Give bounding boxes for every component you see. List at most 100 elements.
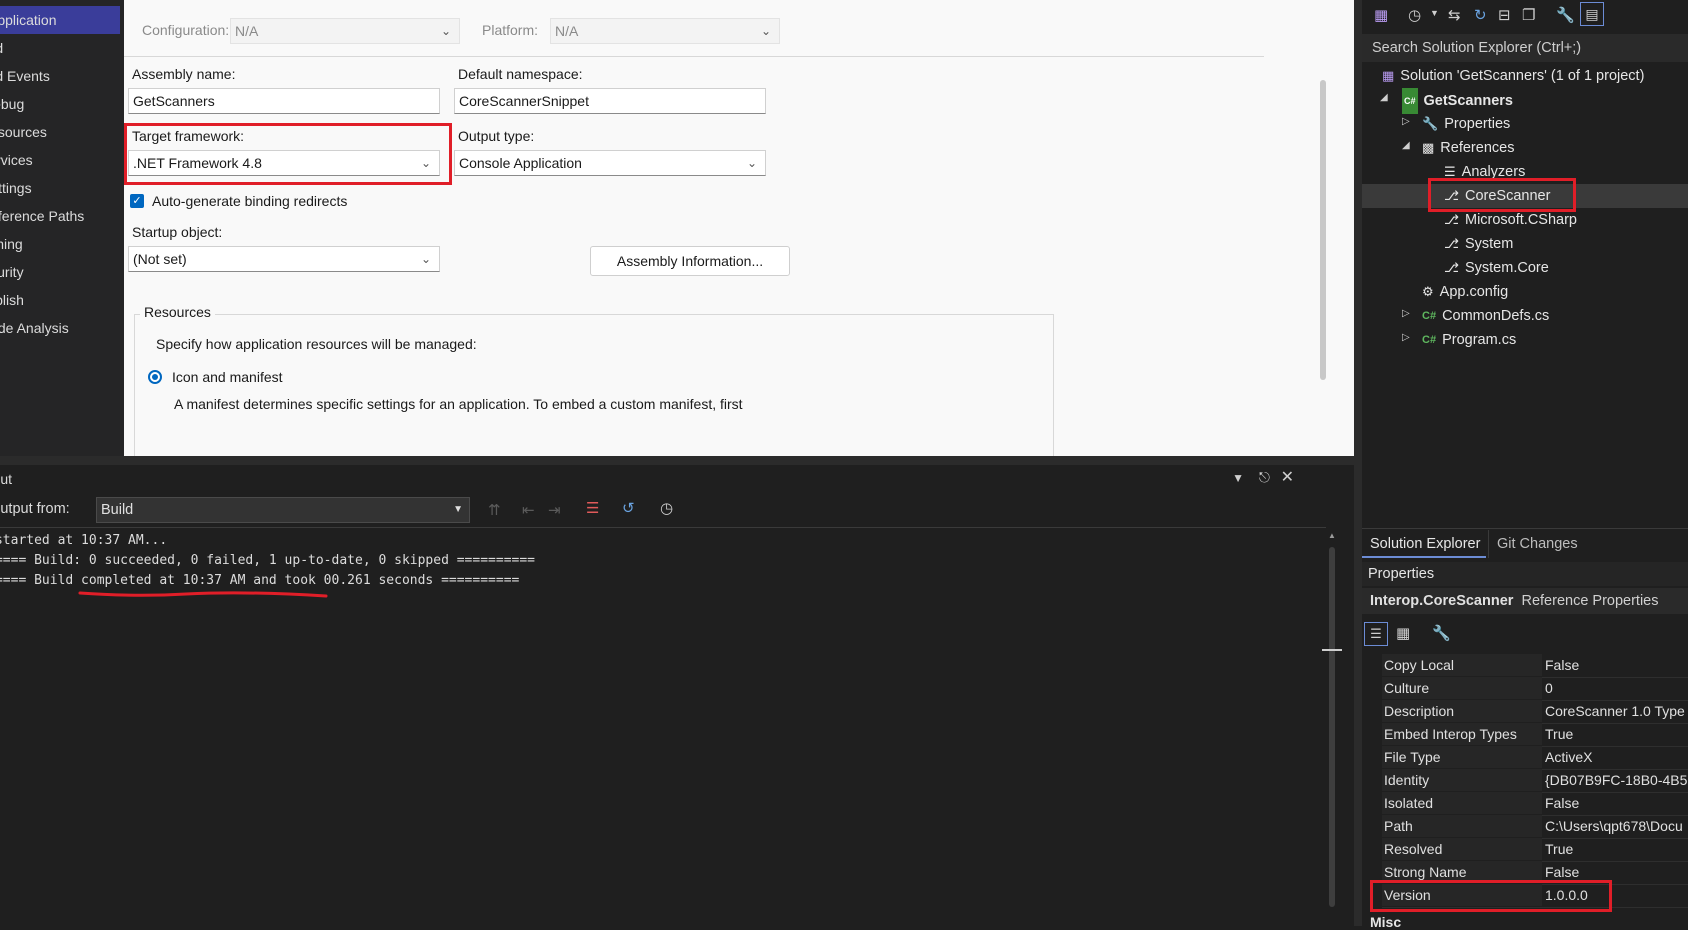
configuration-select[interactable]: N/A ⌄	[230, 18, 460, 44]
page-scrollbar[interactable]	[1320, 80, 1326, 380]
output-type-label: Output type:	[458, 128, 535, 144]
red-underline-annotation	[78, 591, 328, 598]
auto-binding-label: Auto-generate binding redirects	[152, 193, 348, 209]
default-namespace-label: Default namespace:	[458, 66, 583, 82]
output-source-select[interactable]: Build ▼	[96, 497, 470, 523]
tab-git-changes[interactable]: Git Changes	[1488, 530, 1598, 558]
clear-all-icon[interactable]: ☰	[586, 499, 599, 517]
show-all-files-icon[interactable]: ❐	[1522, 6, 1535, 24]
tree-app-config[interactable]: ⚙ App.config	[1422, 280, 1508, 304]
nav-item-build-events[interactable]: Build Events	[0, 62, 124, 90]
solution-search-input[interactable]: Search Solution Explorer (Ctrl+;)	[1362, 34, 1688, 62]
tree-references[interactable]: ▩ References	[1422, 136, 1514, 160]
tree-program[interactable]: C# Program.cs	[1422, 328, 1516, 352]
nav-item-security[interactable]: Security	[0, 258, 124, 286]
nav-item-debug[interactable]: Debug	[0, 90, 124, 118]
vs-switch-views-icon[interactable]: ▦	[1374, 6, 1388, 24]
property-pages-icon[interactable]: 🔧	[1432, 624, 1451, 642]
tree-commondefs[interactable]: C# CommonDefs.cs	[1422, 304, 1549, 328]
tree-ref-microsoft-csharp[interactable]: ⎇ Microsoft.CSharp	[1444, 208, 1577, 232]
tree-project[interactable]: C# GetScanners	[1402, 88, 1513, 114]
nav-item-signing[interactable]: Signing	[0, 230, 124, 258]
chevron-down-icon: ⌄	[420, 252, 431, 266]
expand-arrow-icon[interactable]: ◢	[1402, 140, 1410, 151]
splitter[interactable]	[1354, 0, 1362, 926]
property-row[interactable]: File Type ActiveX	[1382, 746, 1688, 770]
icon-manifest-radio[interactable]	[148, 370, 162, 384]
next-message-icon[interactable]: ⇥	[548, 501, 561, 519]
property-row[interactable]: Strong Name False	[1382, 861, 1688, 885]
config-file-icon: ⚙	[1422, 284, 1434, 300]
property-row[interactable]: Culture 0	[1382, 677, 1688, 701]
nav-item-reference-paths[interactable]: Reference Paths	[0, 202, 124, 230]
csharp-project-icon: C#	[1402, 88, 1418, 114]
reference-icon: ⎇	[1444, 212, 1459, 228]
target-framework-label: Target framework:	[132, 128, 245, 144]
tree-analyzers[interactable]: ☰ Analyzers	[1444, 160, 1525, 184]
preview-icon[interactable]: ▤	[1580, 2, 1604, 26]
tree-properties[interactable]: 🔧 Properties	[1422, 112, 1510, 136]
csharp-file-icon: C#	[1422, 334, 1437, 347]
icon-manifest-label: Icon and manifest	[172, 369, 283, 385]
dropdown-icon[interactable]: ▼	[1232, 471, 1244, 485]
property-row[interactable]: Copy Local False	[1382, 654, 1688, 678]
nav-item-publish[interactable]: Publish	[0, 286, 124, 314]
output-type-select[interactable]: Console Application ⌄	[454, 150, 766, 176]
expand-arrow-icon[interactable]: ◢	[1380, 92, 1388, 103]
chevron-down-icon[interactable]: ▼	[1430, 8, 1439, 18]
collapse-all-icon[interactable]: ⊟	[1498, 6, 1511, 24]
property-row[interactable]: Version 1.0.0.0	[1382, 884, 1688, 908]
platform-label: Platform:	[482, 22, 539, 38]
nav-item-resources[interactable]: Resources	[0, 118, 124, 146]
target-framework-select[interactable]: .NET Framework 4.8 ⌄	[128, 150, 440, 176]
collapsed-arrow-icon[interactable]: ▷	[1402, 332, 1410, 343]
startup-object-label: Startup object:	[132, 224, 223, 240]
property-row[interactable]: Description CoreScanner 1.0 Type	[1382, 700, 1688, 724]
nav-item-settings[interactable]: Settings	[0, 174, 124, 202]
wrench-icon[interactable]: 🔧	[1556, 6, 1575, 24]
pin-icon[interactable]: ⎋	[1259, 469, 1270, 486]
property-row[interactable]: Identity {DB07B9FC-18B0-4B5	[1382, 769, 1688, 793]
categorized-icon[interactable]: ☰	[1364, 622, 1388, 646]
close-icon[interactable]: ✕	[1281, 467, 1294, 487]
platform-select[interactable]: N/A ⌄	[550, 18, 780, 44]
nav-item-build[interactable]: Build	[0, 34, 124, 62]
resources-description: Specify how application resources will b…	[156, 336, 477, 352]
find-message-icon[interactable]: ⇈	[488, 501, 501, 519]
tree-ref-corescanner[interactable]: ⎇ CoreScanner	[1444, 184, 1550, 208]
clock-icon[interactable]: ◷	[660, 499, 673, 517]
assembly-name-input[interactable]: GetScanners	[128, 88, 440, 114]
startup-object-select[interactable]: (Not set) ⌄	[128, 246, 440, 272]
property-row[interactable]: Path C:\Users\qpt678\Docu	[1382, 815, 1688, 839]
history-icon[interactable]: ◷	[1408, 6, 1421, 24]
nav-item-code-analysis[interactable]: Code Analysis	[0, 314, 124, 342]
tree-ref-system[interactable]: ⎇ System	[1444, 232, 1513, 256]
property-row[interactable]: Resolved True	[1382, 838, 1688, 862]
solution-icon: ▦	[1382, 68, 1395, 84]
sync-icon[interactable]: ⇆	[1448, 6, 1461, 24]
splitter[interactable]	[0, 456, 1354, 465]
nav-item-services[interactable]: Services	[0, 146, 124, 174]
properties-title: Properties	[1362, 562, 1688, 586]
auto-binding-checkbox[interactable]: ✓	[130, 194, 144, 208]
assembly-information-button[interactable]: Assembly Information...	[590, 246, 790, 276]
tab-solution-explorer[interactable]: Solution Explorer	[1362, 530, 1486, 558]
csharp-file-icon: C#	[1422, 310, 1437, 323]
collapsed-arrow-icon[interactable]: ▷	[1402, 116, 1410, 127]
properties-object-selector[interactable]: Interop.CoreScanner Reference Properties	[1362, 588, 1688, 614]
tree-ref-system-core[interactable]: ⎇ System.Core	[1444, 256, 1549, 280]
default-namespace-input[interactable]: CoreScannerSnippet	[454, 88, 766, 114]
nav-item-application[interactable]: Application	[0, 6, 120, 34]
reference-icon: ⎇	[1444, 236, 1459, 252]
previous-message-icon[interactable]: ⇤	[522, 501, 535, 519]
output-scrollbar[interactable]: ▲	[1322, 527, 1342, 926]
divider	[124, 56, 1264, 57]
alphabetical-icon[interactable]: ▦	[1396, 624, 1410, 642]
word-wrap-icon[interactable]: ↺	[622, 499, 635, 517]
solution-explorer: ▦ ◷ ▼ ⇆ ↻ ⊟ ❐ 🔧 ▤ Search Solution Explor…	[1362, 0, 1688, 560]
collapsed-arrow-icon[interactable]: ▷	[1402, 308, 1410, 319]
refresh-icon[interactable]: ↻	[1474, 6, 1487, 24]
tree-solution[interactable]: ▦ Solution 'GetScanners' (1 of 1 project)	[1382, 64, 1644, 88]
property-row[interactable]: Isolated False	[1382, 792, 1688, 816]
property-row[interactable]: Embed Interop Types True	[1382, 723, 1688, 747]
